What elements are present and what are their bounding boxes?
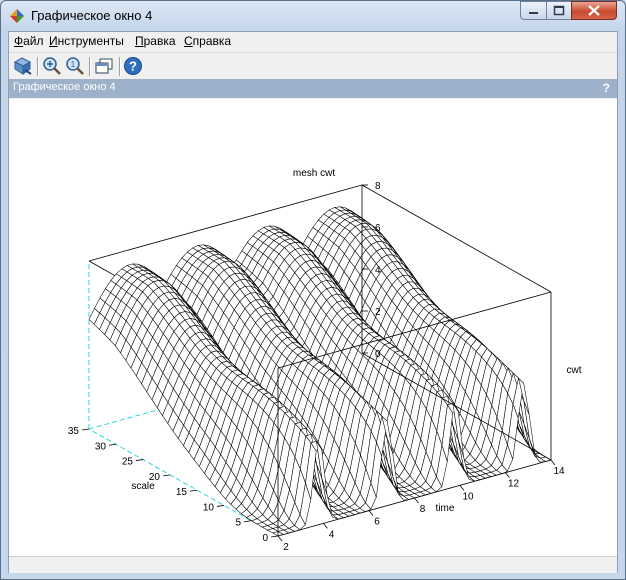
y-tick-mark bbox=[189, 489, 198, 492]
x-tick-label: 2 bbox=[283, 542, 289, 553]
x-tick-mark bbox=[459, 485, 465, 491]
mesh-surface bbox=[88, 184, 552, 537]
maximize-button[interactable] bbox=[546, 1, 572, 20]
status-bar bbox=[9, 556, 617, 573]
toolbar-separator bbox=[89, 57, 91, 76]
svg-text:1: 1 bbox=[71, 60, 76, 69]
y-tick-label: 35 bbox=[68, 426, 80, 437]
window-icon[interactable] bbox=[94, 56, 114, 76]
toolbar: 1 ? bbox=[9, 52, 617, 80]
mesh-plot[interactable]: mesh cwt time scale cwt 2468101214051015… bbox=[9, 99, 617, 556]
x-tick-mark bbox=[323, 523, 328, 529]
x-tick-mark bbox=[277, 535, 283, 542]
z-tick-label: 0 bbox=[375, 349, 381, 360]
y-tick-mark bbox=[108, 443, 117, 446]
plot-canvas[interactable]: mesh cwt time scale cwt 2 4 6 8 10 12 14 0 5 10 15… bbox=[9, 99, 617, 556]
z-tick-label: 8 bbox=[375, 181, 381, 192]
window-title: Графическое окно 4 bbox=[31, 8, 153, 23]
x-tick-label: 10 bbox=[462, 491, 474, 502]
y-tick-mark bbox=[162, 474, 171, 477]
y-tick-label: 30 bbox=[95, 441, 107, 452]
x-tick-label: 8 bbox=[420, 504, 426, 515]
x-tick-mark bbox=[550, 459, 556, 466]
y-tick-mark bbox=[216, 505, 225, 507]
z-tick-label: 2 bbox=[375, 307, 381, 318]
y-tick-label: 15 bbox=[176, 487, 188, 498]
close-icon bbox=[588, 5, 600, 16]
panel-title: Графическое окно 4 bbox=[13, 81, 116, 93]
menu-edit[interactable]: Правка bbox=[135, 34, 176, 48]
panel-help-button[interactable]: ? bbox=[603, 81, 610, 95]
toolbar-separator bbox=[119, 57, 121, 76]
title-bar[interactable]: Графическое окно 4 bbox=[1, 1, 625, 31]
x-tick-label: 14 bbox=[553, 466, 565, 477]
menu-tools[interactable]: Инструменты bbox=[49, 34, 124, 48]
close-button[interactable] bbox=[571, 1, 617, 20]
z-tick-label: 6 bbox=[375, 223, 381, 234]
rotate-icon[interactable] bbox=[13, 56, 33, 76]
x-tick-mark bbox=[505, 472, 510, 478]
zoom-in-icon[interactable] bbox=[42, 56, 62, 76]
x-tick-label: 6 bbox=[374, 517, 380, 528]
y-tick-mark bbox=[135, 459, 144, 461]
svg-text:?: ? bbox=[129, 59, 137, 74]
window-client: Файл Инструменты Правка Справка 1 ? Граф… bbox=[8, 31, 618, 573]
x-tick-label: 4 bbox=[329, 529, 335, 540]
graphic-panel-header: Графическое окно 4 ? bbox=[9, 79, 617, 98]
x-tick-mark bbox=[368, 510, 374, 516]
y-tick-mark bbox=[270, 535, 279, 538]
x-axis-label: time bbox=[436, 503, 455, 514]
y-tick-label: 25 bbox=[122, 457, 134, 468]
maximize-icon bbox=[553, 5, 565, 16]
x-tick-label: 12 bbox=[508, 479, 520, 490]
minimize-button[interactable] bbox=[520, 1, 547, 20]
z-tick-label: 4 bbox=[375, 265, 381, 276]
help-icon[interactable]: ? bbox=[123, 56, 143, 76]
z-axis-label: cwt bbox=[567, 365, 582, 376]
menu-file[interactable]: Файл bbox=[14, 34, 44, 48]
menu-help[interactable]: Справка bbox=[184, 34, 231, 48]
toolbar-separator bbox=[37, 57, 39, 76]
y-tick-mark bbox=[81, 428, 90, 431]
minimize-icon bbox=[529, 12, 538, 14]
x-tick-mark bbox=[414, 497, 419, 504]
y-tick-label: 10 bbox=[203, 502, 215, 513]
menu-bar: Файл Инструменты Правка Справка bbox=[9, 32, 617, 51]
zoom-fit-icon[interactable]: 1 bbox=[65, 56, 85, 76]
y-tick-label: 5 bbox=[235, 518, 241, 529]
graphics-window: Графическое окно 4 Файл Инструменты Прав… bbox=[0, 0, 626, 580]
y-tick-mark bbox=[243, 520, 252, 523]
y-tick-label: 0 bbox=[262, 533, 268, 544]
plot-title: mesh cwt bbox=[293, 168, 335, 179]
y-tick-label: 20 bbox=[149, 472, 161, 483]
scilab-app-icon bbox=[10, 9, 24, 23]
